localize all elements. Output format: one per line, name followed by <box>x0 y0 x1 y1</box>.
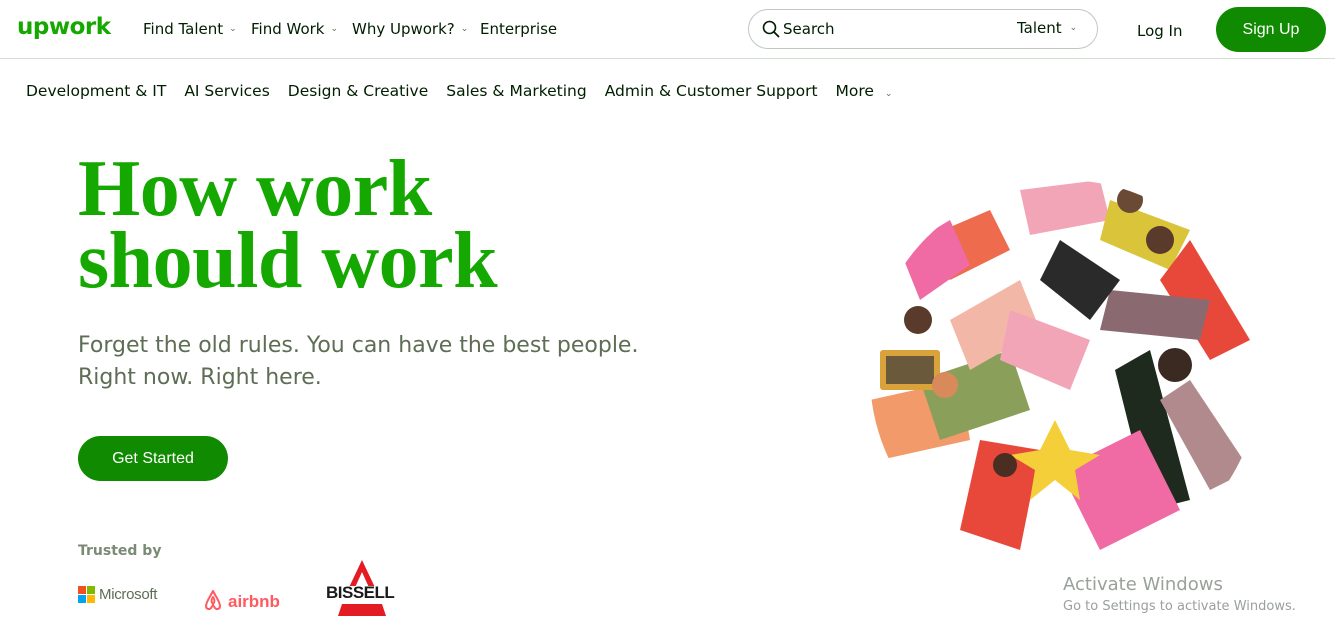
chevron-down-icon: ⌄ <box>229 24 237 34</box>
hero-headline-line2: should work <box>78 217 498 305</box>
nav-enterprise-label: Enterprise <box>480 20 558 38</box>
chevron-down-icon: ⌄ <box>1069 23 1078 33</box>
hero-subtitle-line1: Forget the old rules. You can have the b… <box>78 333 639 358</box>
airbnb-wordmark: airbnb <box>228 592 280 611</box>
activate-windows-subtitle: Go to Settings to activate Windows. <box>1063 599 1296 614</box>
airbnb-belo-icon <box>202 588 224 616</box>
airbnb-logo: airbnb <box>202 588 280 616</box>
hero-headline-line1: How work <box>78 145 432 233</box>
search-box[interactable]: Search Talent ⌄ <box>748 9 1098 49</box>
microsoft-windows-icon <box>78 586 95 603</box>
nav-why-upwork-label: Why Upwork? <box>352 20 455 38</box>
nav-find-talent[interactable]: Find Talent ⌄ <box>143 20 237 38</box>
category-ai-services[interactable]: AI Services <box>184 82 269 100</box>
category-more[interactable]: More ⌄ <box>836 82 893 100</box>
category-sales-marketing[interactable]: Sales & Marketing <box>446 82 586 100</box>
hero-subtitle-line2: Right now. Right here. <box>78 365 322 390</box>
chevron-down-icon: ⌄ <box>884 89 893 99</box>
bissell-logo: BISSELL <box>324 560 410 618</box>
bissell-wordmark: BISSELL <box>326 583 395 602</box>
microsoft-wordmark: Microsoft <box>99 586 158 603</box>
category-navigation: Development & IT AI Services Design & Cr… <box>26 80 892 102</box>
nav-find-work[interactable]: Find Work ⌄ <box>251 20 338 38</box>
search-icon <box>761 19 781 39</box>
upwork-logo[interactable]: upwork <box>17 14 111 40</box>
search-scope-label: Talent <box>1017 19 1062 37</box>
search-input[interactable]: Search <box>783 20 835 38</box>
activate-windows-title: Activate Windows <box>1063 574 1223 595</box>
signup-button[interactable]: Sign Up <box>1216 7 1326 52</box>
trusted-by-label: Trusted by <box>78 543 162 559</box>
microsoft-logo: Microsoft <box>78 586 157 603</box>
nav-find-talent-label: Find Talent <box>143 20 224 38</box>
top-navigation-bar: upwork Find Talent ⌄ Find Work ⌄ Why Upw… <box>0 0 1335 59</box>
chevron-down-icon: ⌄ <box>460 24 469 34</box>
nav-enterprise[interactable]: Enterprise <box>480 20 557 38</box>
login-link[interactable]: Log In <box>1137 22 1183 40</box>
get-started-button[interactable]: Get Started <box>78 436 228 481</box>
category-design-creative[interactable]: Design & Creative <box>288 82 428 100</box>
chevron-down-icon: ⌄ <box>330 24 339 34</box>
nav-find-work-label: Find Work <box>251 20 325 38</box>
hero-illustration <box>860 180 1260 570</box>
category-admin-support[interactable]: Admin & Customer Support <box>605 82 818 100</box>
search-scope-dropdown[interactable]: Talent ⌄ <box>1017 19 1077 37</box>
category-development-it[interactable]: Development & IT <box>26 82 166 100</box>
hero-headline: How work should work <box>78 145 498 305</box>
nav-why-upwork[interactable]: Why Upwork? ⌄ <box>352 20 468 38</box>
category-more-label: More <box>835 82 874 100</box>
hero-subtitle: Forget the old rules. You can have the b… <box>78 330 698 394</box>
activate-windows-watermark: Activate Windows Go to Settings to activ… <box>1063 574 1296 614</box>
